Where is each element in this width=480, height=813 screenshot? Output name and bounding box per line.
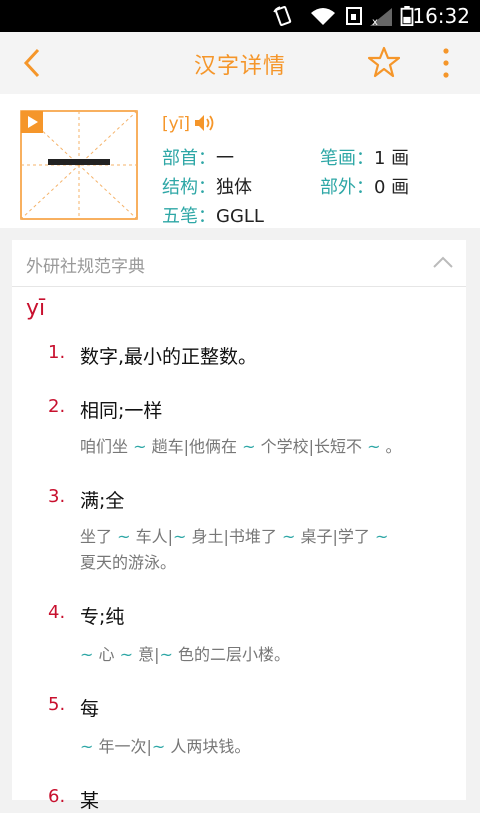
dictionary-card: 外研社规范字典 yī 1. 数字,最小的正整数。 2. 相同;一样 咱们坐 ~ … (12, 240, 466, 812)
dictionary-pinyin: yī (26, 296, 46, 321)
definition-number: 1. (48, 342, 66, 363)
headword-placeholder: ~ (117, 527, 131, 546)
headword-placeholder: ~ (119, 645, 133, 664)
definition-number: 6. (48, 786, 66, 807)
definition-text: 相同;一样 (80, 400, 163, 422)
definition-text: 专;纯 (80, 606, 125, 628)
definition-text: 每 (80, 698, 100, 720)
status-bar: x 16:32 (0, 0, 480, 32)
svg-text:x: x (372, 17, 378, 26)
definition-number: 2. (48, 396, 66, 417)
character-panel: [yī] 部首：一 笔画：1 画 结构：独体 部外：0 画 五笔：GGLL (0, 94, 480, 228)
definition-example: ~ 年一次|~ 人两块钱。 (80, 734, 440, 760)
headword-placeholder: ~ (172, 527, 187, 546)
favorite-star-icon[interactable] (368, 46, 400, 78)
page-title: 汉字详情 (193, 54, 286, 79)
definition-example: 咱们坐 ~ 趟车|他俩在 ~ 个学校|长短不 ~ 。 (80, 434, 440, 460)
character-glyph (20, 110, 138, 220)
example-text: 咱们坐 (80, 437, 134, 456)
example-text: 人两块钱。 (165, 737, 251, 756)
dictionary-header[interactable]: 外研社规范字典 (12, 240, 466, 287)
sim-icon (346, 7, 362, 25)
definition-number: 5. (48, 694, 66, 715)
speaker-icon[interactable] (194, 114, 216, 132)
example-text: 色的二层小楼。 (172, 645, 290, 664)
attr-strokes: 笔画：1 画 (320, 148, 410, 169)
more-options-icon[interactable] (436, 46, 456, 80)
headword-placeholder: ~ (151, 737, 166, 756)
app-bar: 汉字详情 (0, 32, 480, 94)
definition-number: 4. (48, 602, 66, 623)
signal-icon: x (370, 8, 392, 26)
wifi-icon (311, 8, 335, 25)
headword-placeholder: ~ (281, 527, 296, 546)
attr-radical: 部首：一 (162, 148, 234, 169)
example-text: 车人| (130, 527, 173, 546)
character-pinyin: [yī] (162, 114, 191, 134)
definition-number: 3. (48, 486, 66, 507)
definition-text: 满;全 (80, 490, 125, 512)
attr-wubi: 五笔：GGLL (162, 206, 264, 227)
example-text: 身土|书堆了 (186, 527, 282, 546)
headword-placeholder: ~ (242, 437, 256, 456)
example-text: 意| (133, 645, 160, 664)
attr-outer-strokes: 部外：0 画 (320, 177, 410, 198)
example-text: 趟车|他俩在 (146, 437, 243, 456)
character-grid[interactable] (20, 110, 138, 220)
example-text: 。 (380, 437, 402, 456)
headword-placeholder: ~ (367, 437, 381, 456)
headword-placeholder: ~ (80, 737, 94, 756)
example-text: 心 (93, 645, 120, 664)
definition-example: 坐了 ~ 车人|~ 身土|书堆了 ~ 桌子|学了 ~ 夏天的游泳。 (80, 524, 400, 576)
headword-placeholder: ~ (374, 527, 389, 546)
headword-placeholder: ~ (133, 437, 147, 456)
definition-text: 数字,最小的正整数。 (80, 346, 258, 368)
dictionary-source: 外研社规范字典 (26, 257, 145, 277)
headword-placeholder: ~ (159, 645, 173, 664)
example-text: 坐了 (80, 527, 118, 546)
example-text: 桌子|学了 (295, 527, 375, 546)
example-text: 年一次| (93, 737, 152, 756)
attr-structure: 结构：独体 (162, 177, 252, 198)
definition-example: ~ 心 ~ 意|~ 色的二层小楼。 (80, 642, 440, 668)
rotate-icon (273, 6, 292, 26)
headword-placeholder: ~ (80, 645, 94, 664)
example-text: 个学校|长短不 (255, 437, 368, 456)
status-time: 16:32 (412, 4, 470, 28)
chevron-up-icon[interactable] (432, 254, 454, 270)
example-text: 夏天的游泳。 (80, 553, 177, 572)
